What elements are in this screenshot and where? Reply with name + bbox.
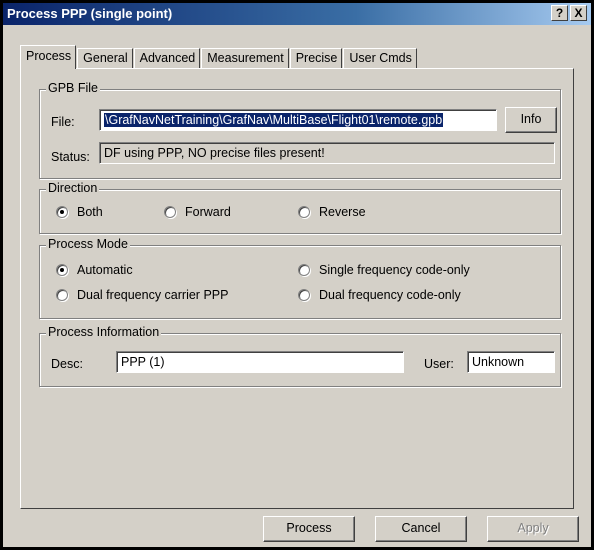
- help-button[interactable]: ?: [551, 5, 568, 21]
- radio-indicator-both: [56, 206, 68, 218]
- radio-indicator-dual-carrier: [56, 289, 68, 301]
- direction-both-radio[interactable]: Both: [56, 205, 103, 219]
- tab-measurement[interactable]: Measurement: [201, 48, 289, 69]
- tab-general[interactable]: General: [77, 48, 133, 69]
- mode-dual-carrier-radio[interactable]: Dual frequency carrier PPP: [56, 288, 228, 302]
- process-info-legend: Process Information: [46, 325, 162, 339]
- file-label: File:: [51, 115, 75, 129]
- status-label: Status:: [51, 150, 90, 164]
- tab-precise[interactable]: Precise: [289, 48, 343, 69]
- file-field[interactable]: \GrafNavNetTraining\GrafNav\MultiBase\Fl…: [99, 109, 497, 131]
- direction-reverse-label: Reverse: [319, 205, 366, 219]
- mode-automatic-label: Automatic: [77, 263, 133, 277]
- desc-label: Desc:: [51, 357, 83, 371]
- process-mode-group: Process Mode Automatic Single frequency …: [39, 237, 561, 319]
- radio-indicator-single-code: [298, 264, 310, 276]
- radio-indicator-dual-code: [298, 289, 310, 301]
- apply-button[interactable]: Apply: [487, 516, 579, 542]
- tab-process[interactable]: Process: [20, 45, 77, 69]
- radio-indicator-forward: [164, 206, 176, 218]
- close-button[interactable]: X: [570, 5, 587, 21]
- direction-reverse-radio[interactable]: Reverse: [298, 205, 366, 219]
- direction-forward-label: Forward: [185, 205, 231, 219]
- tab-strip: Process General Advanced Measurement Pre…: [20, 45, 418, 69]
- tab-user-cmds[interactable]: User Cmds: [343, 48, 417, 69]
- process-button[interactable]: Process: [263, 516, 355, 542]
- direction-group: Direction Both Forward Reverse: [39, 181, 561, 234]
- direction-forward-radio[interactable]: Forward: [164, 205, 231, 219]
- gpb-file-group: GPB File File: \GrafNavNetTraining\GrafN…: [39, 81, 561, 179]
- process-info-group: Process Information Desc: PPP (1) User: …: [39, 325, 561, 387]
- tab-advanced[interactable]: Advanced: [133, 48, 201, 69]
- status-field: DF using PPP, NO precise files present!: [99, 142, 555, 164]
- window-title: Process PPP (single point): [7, 6, 173, 21]
- cancel-button[interactable]: Cancel: [375, 516, 467, 542]
- title-bar: Process PPP (single point) ? X: [3, 3, 591, 25]
- tab-panel-process: GPB File File: \GrafNavNetTraining\GrafN…: [20, 68, 574, 509]
- mode-single-code-label: Single frequency code-only: [319, 263, 470, 277]
- radio-indicator-reverse: [298, 206, 310, 218]
- dialog-window: Process PPP (single point) ? X Process G…: [0, 0, 594, 550]
- user-label: User:: [424, 357, 454, 371]
- info-button[interactable]: Info: [505, 107, 557, 133]
- mode-dual-code-label: Dual frequency code-only: [319, 288, 461, 302]
- mode-dual-code-radio[interactable]: Dual frequency code-only: [298, 288, 461, 302]
- user-input[interactable]: Unknown: [467, 351, 555, 373]
- radio-indicator-automatic: [56, 264, 68, 276]
- process-mode-legend: Process Mode: [46, 237, 130, 251]
- mode-automatic-radio[interactable]: Automatic: [56, 263, 133, 277]
- desc-input[interactable]: PPP (1): [116, 351, 404, 373]
- file-value: \GrafNavNetTraining\GrafNav\MultiBase\Fl…: [104, 113, 444, 127]
- mode-single-code-radio[interactable]: Single frequency code-only: [298, 263, 470, 277]
- gpb-file-legend: GPB File: [46, 81, 101, 95]
- mode-dual-carrier-label: Dual frequency carrier PPP: [77, 288, 229, 302]
- direction-legend: Direction: [46, 181, 100, 195]
- direction-both-label: Both: [77, 205, 103, 219]
